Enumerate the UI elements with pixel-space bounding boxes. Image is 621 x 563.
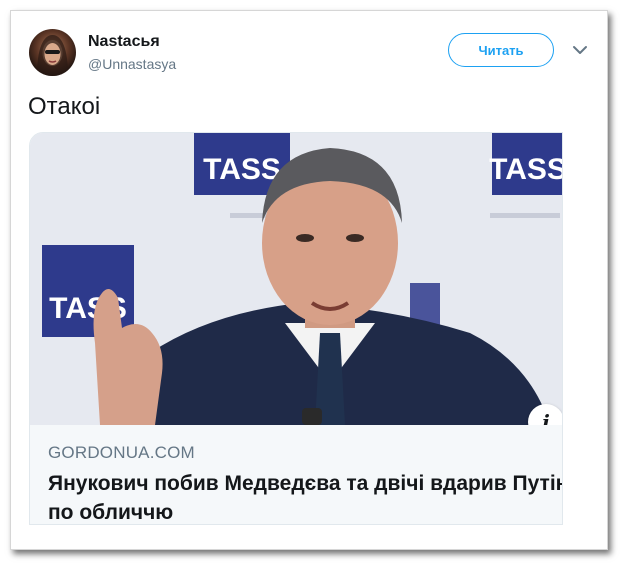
tweet-frame: Nastасья @Unnastasya Читать Отакоі TASS …: [10, 10, 608, 550]
avatar-image: [37, 35, 68, 76]
link-card[interactable]: TASS TASS TASS i GORDONUA.COM Янукович п…: [29, 132, 563, 525]
chevron-down-icon[interactable]: [571, 41, 589, 59]
avatar[interactable]: [29, 29, 76, 76]
card-domain: GORDONUA.COM: [48, 443, 195, 462]
card-title[interactable]: Янукович побив Медведєва та двічі вдарив…: [48, 469, 562, 524]
backdrop-logo: TASS: [489, 133, 563, 195]
tweet-text: Отакоі: [28, 93, 101, 120]
follow-button[interactable]: Читать: [448, 33, 554, 67]
card-image[interactable]: TASS TASS TASS i: [30, 133, 563, 440]
card-footer[interactable]: GORDONUA.COM Янукович побив Медведєва та…: [30, 425, 562, 524]
username[interactable]: @Unnastasya: [88, 56, 176, 72]
svg-text:TASS: TASS: [203, 153, 281, 186]
svg-text:TASS: TASS: [489, 153, 563, 186]
display-name[interactable]: Nastасья: [88, 33, 160, 51]
